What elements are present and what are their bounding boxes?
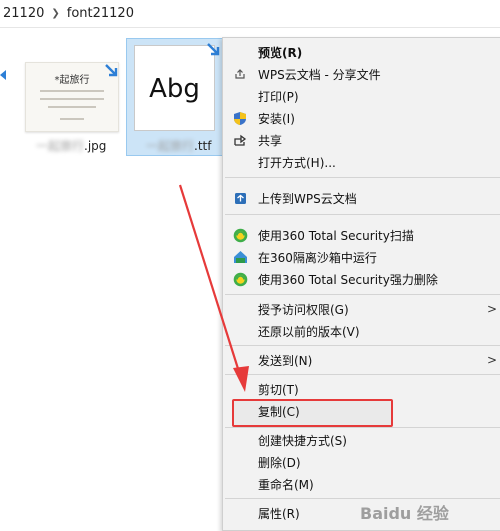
- annotation-arrow: [178, 184, 249, 392]
- watermark-logo: Baidu 经验: [360, 504, 449, 523]
